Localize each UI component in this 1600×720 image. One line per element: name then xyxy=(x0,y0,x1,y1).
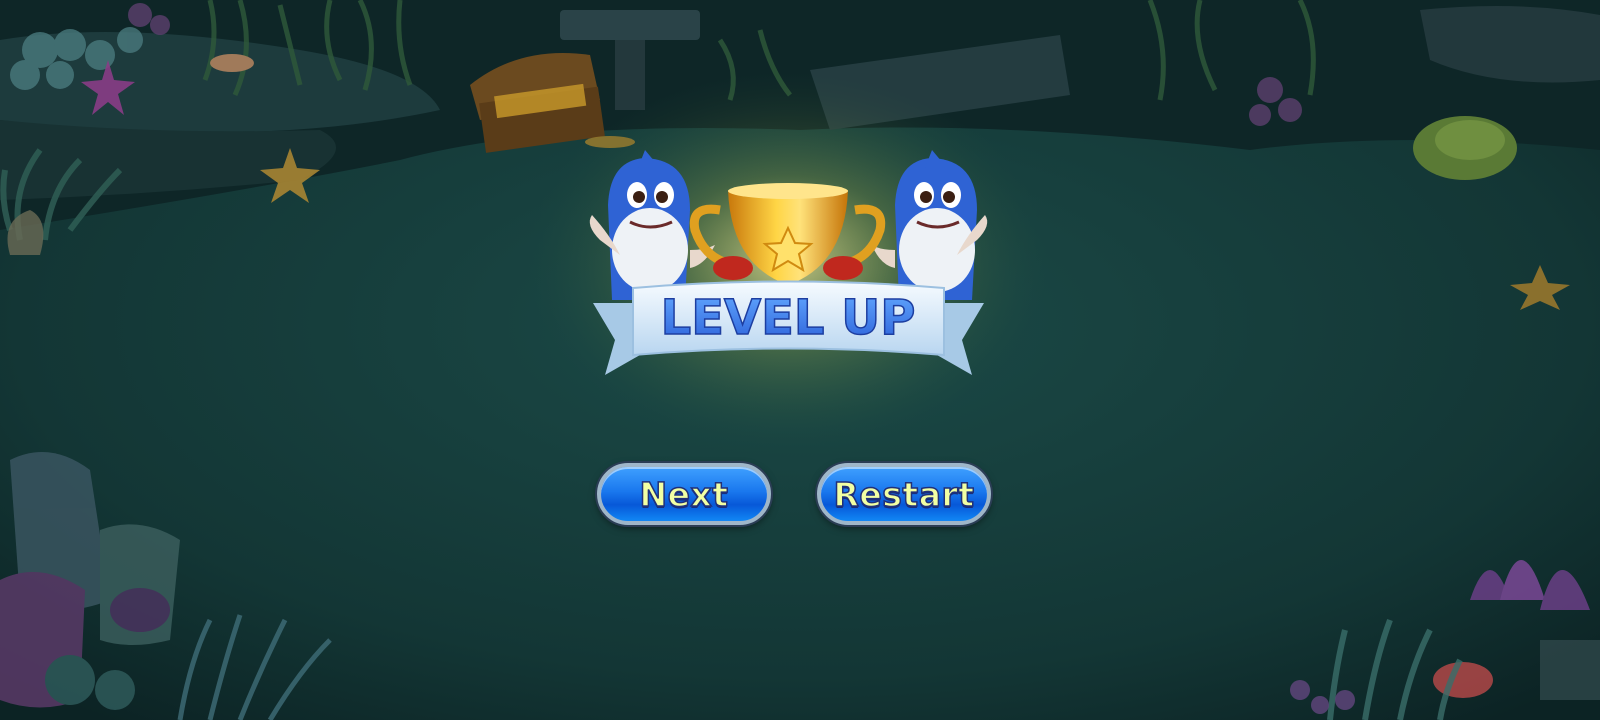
restart-button-label: Restart xyxy=(833,474,975,515)
underwater-background: LEVEL UP xyxy=(0,0,1600,720)
next-button[interactable]: Next xyxy=(597,463,771,525)
next-button-label: Next xyxy=(639,474,729,515)
game-scene: LEVEL UP Next Restart xyxy=(0,0,1600,720)
restart-button[interactable]: Restart xyxy=(817,463,991,525)
level-up-title: LEVEL UP xyxy=(661,290,916,346)
